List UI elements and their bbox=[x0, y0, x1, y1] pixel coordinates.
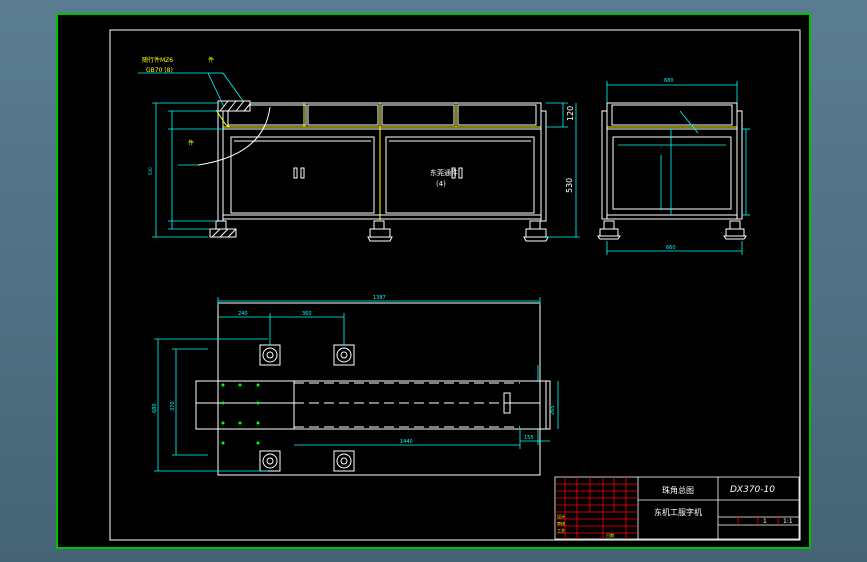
title-product-name: 东机工服字机 bbox=[654, 507, 702, 517]
plan-dim-bottom-right: 155 bbox=[524, 435, 534, 441]
front-drawer-4 bbox=[457, 104, 537, 126]
front-callout-3: 件 bbox=[208, 56, 214, 64]
front-callout-1: 随行件MZ6 bbox=[142, 56, 173, 64]
side-view bbox=[597, 102, 747, 240]
title-field-4: 日期 bbox=[606, 532, 614, 538]
plan-dims bbox=[154, 297, 559, 472]
title-field-1: 设计 bbox=[557, 513, 565, 519]
side-dim-bottom: 660 bbox=[666, 245, 676, 251]
title-drawing-no: DX370-10 bbox=[730, 485, 775, 495]
plan-mount-plates bbox=[259, 344, 355, 472]
side-dim-top: 680 bbox=[664, 78, 674, 84]
svg-text:530: 530 bbox=[148, 167, 153, 175]
plan-dim-right: 265 bbox=[550, 405, 556, 415]
plan-dim-a: 240 bbox=[238, 311, 248, 317]
plan-dim-total: 1387 bbox=[373, 295, 386, 301]
door-label-2: (4) bbox=[436, 180, 446, 188]
plan-view bbox=[195, 302, 551, 476]
title-part-name: 珠角总图 bbox=[662, 485, 694, 495]
title-field-2: 审核 bbox=[557, 520, 565, 526]
front-drawer-3 bbox=[381, 104, 455, 126]
dim-right-top: 120 bbox=[566, 106, 575, 121]
drawing-svg: 随行件MZ6 GB70 (8) 件 件 东莞通件 (4) 120 530 530 bbox=[109, 29, 801, 541]
dim-right-total: 530 bbox=[565, 178, 574, 193]
inner-border bbox=[109, 29, 801, 541]
front-door-left bbox=[230, 136, 375, 214]
front-view bbox=[197, 100, 549, 242]
plan-holes bbox=[221, 383, 260, 445]
drawing-sheet[interactable]: 随行件MZ6 GB70 (8) 件 件 东莞通件 (4) 120 530 530 bbox=[56, 13, 811, 549]
plan-dim-bottom: 1440 bbox=[400, 439, 413, 445]
title-field-3: 工艺 bbox=[557, 528, 565, 533]
front-body bbox=[222, 128, 542, 220]
front-door-right bbox=[385, 136, 535, 214]
front-drawer-2 bbox=[307, 104, 379, 126]
door-label-1: 东莞通件 bbox=[430, 168, 458, 177]
front-dims bbox=[138, 72, 580, 238]
plan-dim-b: 360 bbox=[302, 311, 312, 317]
plan-dim-left-inner: 370 bbox=[170, 401, 176, 411]
cad-viewport[interactable]: 随行件MZ6 GB70 (8) 件 件 东莞通件 (4) 120 530 530 bbox=[0, 0, 867, 562]
plan-dim-left: 680 bbox=[152, 403, 158, 413]
title-scale: 1:1 bbox=[783, 518, 793, 525]
title-sheet-no: 1 bbox=[763, 518, 767, 525]
front-callout-mid: 件 bbox=[188, 139, 194, 147]
front-callout-2: GB70 (8) bbox=[146, 67, 173, 74]
